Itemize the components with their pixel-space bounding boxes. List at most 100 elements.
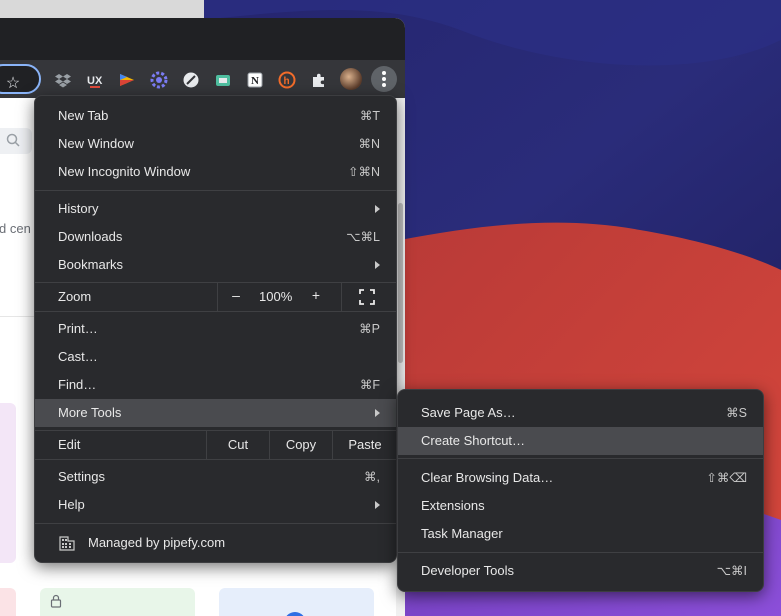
menu-item-label: Settings xyxy=(58,469,105,484)
menu-item-label: New Tab xyxy=(58,108,109,123)
menu-item-label: New Incognito Window xyxy=(58,164,191,179)
notion-icon[interactable]: N xyxy=(246,71,264,89)
zoom-divider xyxy=(217,283,218,311)
submenu-arrow-icon xyxy=(375,409,380,417)
menu-item-shortcut: ⌘S xyxy=(726,406,747,420)
menu-item-label: Find… xyxy=(58,377,97,392)
menu-item-save-page-as[interactable]: Save Page As… ⌘S xyxy=(398,399,763,427)
menu-item-more-tools[interactable]: More Tools xyxy=(35,399,396,427)
bookmark-star-icon[interactable]: ☆ xyxy=(3,74,23,94)
zoom-level-value: 100% xyxy=(259,289,293,304)
gear-extension-icon[interactable] xyxy=(150,71,168,89)
menu-item-shortcut: ⌘, xyxy=(364,470,380,484)
browser-toolbar: ☆ UX N h xyxy=(0,60,405,98)
page-card-green xyxy=(40,588,195,616)
menu-item-shortcut: ⌘F xyxy=(359,378,380,392)
submenu-arrow-icon xyxy=(375,261,380,269)
submenu-arrow-icon xyxy=(375,501,380,509)
paste-button[interactable]: Paste xyxy=(333,431,397,459)
lock-icon xyxy=(50,594,62,608)
page-partial-text: d cen xyxy=(0,221,31,236)
flag-extension-icon[interactable] xyxy=(118,71,136,89)
screen-capture-icon[interactable] xyxy=(214,71,232,89)
honey-icon[interactable]: h xyxy=(278,71,296,89)
menu-item-task-manager[interactable]: Task Manager xyxy=(398,520,763,548)
menu-item-label: Downloads xyxy=(58,229,123,244)
zoom-divider xyxy=(341,283,342,311)
menu-item-downloads[interactable]: Downloads ⌥⌘L xyxy=(35,223,396,251)
menu-item-extensions[interactable]: Extensions xyxy=(398,492,763,520)
menu-item-shortcut: ⇧⌘N xyxy=(347,165,380,179)
more-tools-submenu: Save Page As… ⌘S Create Shortcut… Clear … xyxy=(397,389,764,592)
menu-separator xyxy=(35,459,396,460)
menu-item-label: More Tools xyxy=(58,405,122,420)
tab-strip xyxy=(0,18,405,60)
svg-text:h: h xyxy=(284,76,290,87)
menu-item-shortcut: ⌘T xyxy=(359,109,380,123)
svg-text:N: N xyxy=(251,75,259,87)
menu-item-label: Bookmarks xyxy=(58,257,124,272)
svg-text:UX: UX xyxy=(87,75,103,87)
menu-item-find[interactable]: Find… ⌘F xyxy=(35,371,396,399)
menu-item-create-shortcut[interactable]: Create Shortcut… xyxy=(398,427,763,455)
menu-item-managed-by[interactable]: Managed by pipefy.com xyxy=(35,529,396,557)
menu-item-bookmarks[interactable]: Bookmarks xyxy=(35,251,396,279)
menu-item-help[interactable]: Help xyxy=(35,491,396,519)
edit-label: Edit xyxy=(58,437,81,452)
chrome-main-menu: New Tab ⌘T New Window ⌘N New Incognito W… xyxy=(34,95,397,563)
page-scrollbar-thumb[interactable] xyxy=(398,203,403,363)
menu-item-label: Cast… xyxy=(58,349,98,364)
menu-item-label: New Window xyxy=(58,136,134,151)
menu-item-shortcut: ⌘N xyxy=(358,137,380,151)
page-card-left xyxy=(0,403,16,563)
profile-avatar[interactable] xyxy=(340,68,362,90)
menu-separator xyxy=(398,458,763,459)
menu-edit-row: Edit Cut Copy Paste xyxy=(35,431,396,459)
submenu-arrow-icon xyxy=(375,205,380,213)
zoom-in-button[interactable]: + xyxy=(305,287,327,307)
menu-item-cast[interactable]: Cast… xyxy=(35,343,396,371)
zoom-label: Zoom xyxy=(58,289,92,304)
menu-item-shortcut: ⌥⌘I xyxy=(716,564,747,578)
menu-item-label: Extensions xyxy=(421,498,485,513)
menu-item-label: Developer Tools xyxy=(421,563,514,578)
menu-separator xyxy=(35,190,396,191)
ux-icon[interactable]: UX xyxy=(86,71,104,89)
menu-item-shortcut: ⌥⌘L xyxy=(346,230,380,244)
menu-item-label: History xyxy=(58,201,99,216)
menu-item-label: Print… xyxy=(58,321,98,336)
page-card-bottom-left xyxy=(0,588,16,616)
menu-item-new-incognito-window[interactable]: New Incognito Window ⇧⌘N xyxy=(35,158,396,186)
menu-item-new-window[interactable]: New Window ⌘N xyxy=(35,130,396,158)
building-icon xyxy=(59,536,75,551)
menu-separator xyxy=(35,523,396,524)
menu-zoom-row: Zoom – 100% + xyxy=(35,283,396,311)
page-card-blue xyxy=(219,588,374,616)
slash-circle-icon[interactable] xyxy=(182,71,200,89)
zoom-out-button[interactable]: – xyxy=(225,287,247,307)
cut-button[interactable]: Cut xyxy=(207,431,269,459)
menu-item-print[interactable]: Print… ⌘P xyxy=(35,315,396,343)
menu-item-developer-tools[interactable]: Developer Tools ⌥⌘I xyxy=(398,557,763,585)
fullscreen-icon[interactable] xyxy=(359,289,375,305)
menu-item-label: Create Shortcut… xyxy=(421,433,526,448)
menu-item-shortcut: ⌘P xyxy=(359,322,380,336)
search-icon xyxy=(6,133,20,147)
chrome-menu-button[interactable] xyxy=(371,66,397,92)
managed-by-label: Managed by pipefy.com xyxy=(88,535,226,550)
menu-item-label: Save Page As… xyxy=(421,405,516,420)
copy-button[interactable]: Copy xyxy=(270,431,332,459)
menu-item-label: Clear Browsing Data… xyxy=(421,470,554,485)
menu-item-new-tab[interactable]: New Tab ⌘T xyxy=(35,102,396,130)
address-bar[interactable]: ☆ xyxy=(0,64,41,94)
menu-item-label: Help xyxy=(58,497,85,512)
menu-item-shortcut: ⇧⌘⌫ xyxy=(706,471,747,485)
menu-separator xyxy=(398,552,763,553)
menu-item-settings[interactable]: Settings ⌘, xyxy=(35,463,396,491)
dropbox-icon[interactable] xyxy=(54,71,72,89)
page-search-box[interactable] xyxy=(0,128,32,154)
puzzle-extensions-icon[interactable] xyxy=(310,71,328,89)
menu-item-clear-browsing-data[interactable]: Clear Browsing Data… ⇧⌘⌫ xyxy=(398,464,763,492)
menu-item-label: Task Manager xyxy=(421,526,503,541)
menu-item-history[interactable]: History xyxy=(35,195,396,223)
